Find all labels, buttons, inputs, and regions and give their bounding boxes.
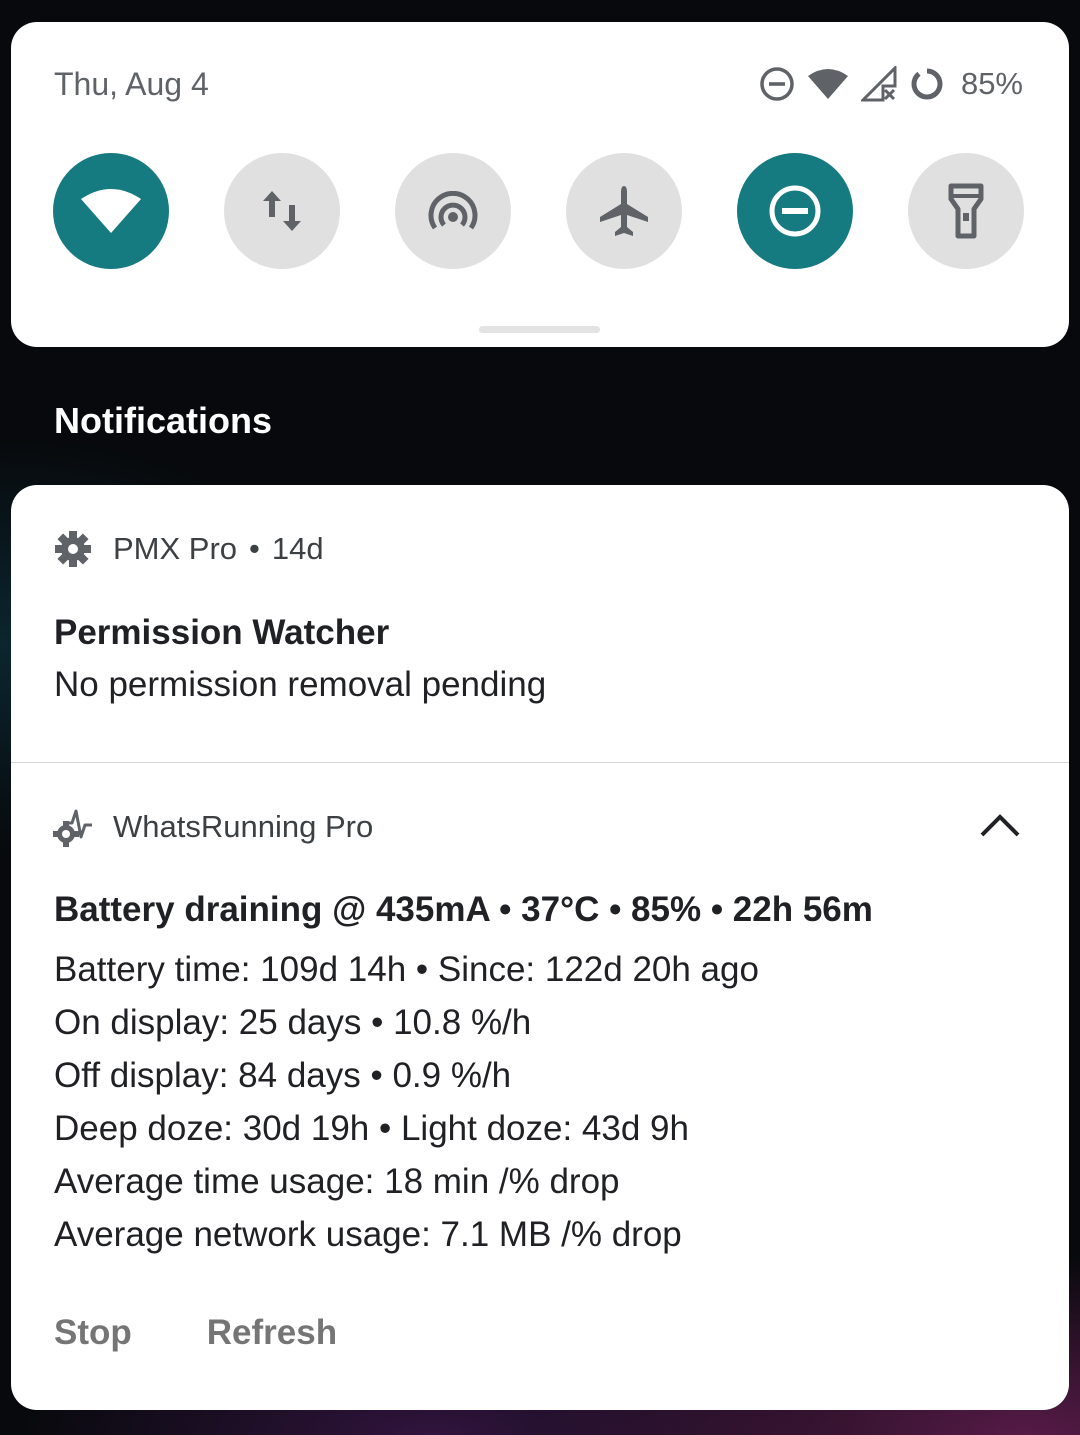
notification-app-name: PMX Pro — [113, 531, 238, 566]
notifications-header: Notifications — [54, 400, 273, 441]
notification-title: Permission Watcher — [54, 613, 390, 652]
flashlight-tile[interactable] — [908, 153, 1024, 269]
status-icons: 85% — [759, 64, 1023, 104]
airplane-icon — [600, 186, 648, 236]
collapse-chevron-icon[interactable] — [979, 812, 1021, 843]
avg-time-usage-line: Average time usage: 18 min /% drop — [54, 1162, 620, 1201]
stop-button[interactable]: Stop — [54, 1313, 132, 1353]
separator-dot: • — [249, 531, 260, 566]
hotspot-tile[interactable] — [395, 153, 511, 269]
refresh-button[interactable]: Refresh — [207, 1313, 337, 1353]
wifi-tile[interactable] — [53, 153, 169, 269]
quick-settings-panel: Thu, Aug 4 85% — [11, 22, 1069, 347]
data-arrows-icon — [263, 191, 301, 231]
wifi-status-icon — [807, 67, 849, 101]
notification-text: No permission removal pending — [54, 665, 547, 704]
notification-app-name: WhatsRunning Pro — [113, 809, 374, 844]
drag-handle[interactable] — [479, 326, 600, 333]
off-display-line: Off display: 84 days • 0.9 %/h — [54, 1056, 512, 1095]
notifications-panel: PMX Pro • 14d Permission Watcher No perm… — [11, 485, 1069, 1410]
wifi-icon — [81, 189, 141, 233]
flashlight-icon — [948, 183, 984, 239]
notification-time: 14d — [271, 531, 324, 566]
notification-pmx-pro[interactable]: PMX Pro • 14d Permission Watcher No perm… — [11, 485, 1069, 762]
notification-app-row: WhatsRunning Pro — [53, 807, 373, 847]
battery-ring-icon — [909, 66, 945, 102]
gear-pulse-icon — [53, 809, 92, 847]
do-not-disturb-icon — [769, 185, 821, 237]
notification-whatsrunning-pro[interactable]: WhatsRunning Pro Battery draining @ 435m… — [11, 763, 1069, 1410]
battery-percent: 85% — [960, 66, 1023, 101]
do-not-disturb-tile[interactable] — [737, 153, 853, 269]
signal-no-service-icon — [860, 66, 897, 102]
doze-line: Deep doze: 30d 19h • Light doze: 43d 9h — [54, 1109, 689, 1148]
notification-title: Battery draining @ 435mA • 37°C • 85% • … — [54, 890, 873, 929]
airplane-mode-tile[interactable] — [566, 153, 682, 269]
battery-time-line: Battery time: 109d 14h • Since: 122d 20h… — [54, 950, 759, 989]
quick-settings-tiles — [53, 153, 1024, 269]
gear-icon — [55, 531, 91, 567]
mobile-data-tile[interactable] — [224, 153, 340, 269]
notification-actions: Stop Refresh — [54, 1313, 337, 1353]
avg-network-usage-line: Average network usage: 7.1 MB /% drop — [54, 1215, 682, 1254]
notification-details: Battery time: 109d 14h • Since: 122d 20h… — [54, 943, 759, 1261]
on-display-line: On display: 25 days • 10.8 %/h — [54, 1003, 532, 1042]
date-label: Thu, Aug 4 — [54, 66, 209, 102]
notification-app-row: PMX Pro • 14d — [53, 529, 324, 569]
dnd-status-icon — [759, 66, 795, 102]
hotspot-icon — [428, 191, 478, 230]
